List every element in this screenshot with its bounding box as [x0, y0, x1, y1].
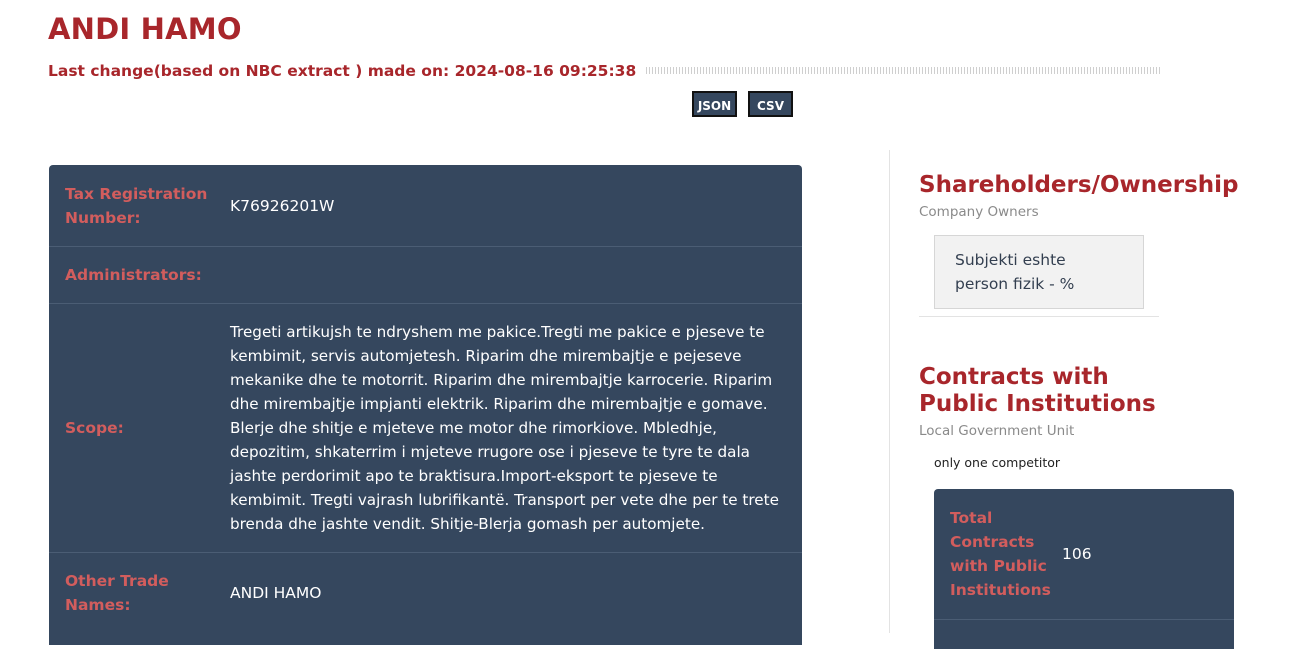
contracts-subheading: Local Government Unit — [919, 423, 1075, 439]
competitor-note: only one competitor — [934, 455, 1061, 470]
export-csv-button[interactable]: CSV — [748, 91, 793, 117]
detail-row-trade-names: Other Trade Names: ANDI HAMO — [49, 553, 802, 633]
detail-label: Other Trade Names: — [65, 572, 169, 614]
stat-value: 106 — [1062, 545, 1092, 563]
last-change-line: Last change(based on NBC extract ) made … — [48, 60, 1160, 82]
detail-value: Tregeti artikujsh te ndryshem me pakice.… — [230, 323, 779, 533]
detail-label: Scope: — [65, 419, 124, 437]
contracts-stats-panel: Total Contracts with Public Institutions… — [934, 489, 1234, 649]
contracts-heading: Contracts with Public Institutions — [919, 364, 1156, 417]
shareholders-heading: Shareholders/Ownership — [919, 172, 1239, 198]
detail-row-administrators: Administrators: — [49, 247, 802, 304]
section-divider — [919, 316, 1159, 317]
column-divider — [889, 150, 890, 633]
stat-label: Total Contracts with Public Institutions — [950, 509, 1051, 599]
detail-row-scope: Scope: Tregeti artikujsh te ndryshem me … — [49, 304, 802, 553]
owner-info-box: Subjekti eshte person fizik - % — [934, 235, 1144, 309]
last-change-text: Last change(based on NBC extract ) made … — [48, 62, 637, 80]
company-name: ANDI HAMO — [48, 12, 242, 46]
detail-label: Administrators: — [65, 266, 202, 284]
detail-value: K76926201W — [230, 196, 335, 215]
detail-value: ANDI HAMO — [230, 584, 322, 602]
detail-row-tax-number: Tax Registration Number: K76926201W — [49, 165, 802, 247]
detail-label: Tax Registration Number: — [65, 184, 208, 227]
decorative-hatch-divider — [646, 66, 1160, 74]
shareholders-subheading: Company Owners — [919, 204, 1039, 220]
export-json-button[interactable]: JSON — [692, 91, 737, 117]
company-details-panel: Tax Registration Number: K76926201W Admi… — [49, 165, 802, 645]
stat-row-total-contracts: Total Contracts with Public Institutions… — [934, 489, 1234, 620]
